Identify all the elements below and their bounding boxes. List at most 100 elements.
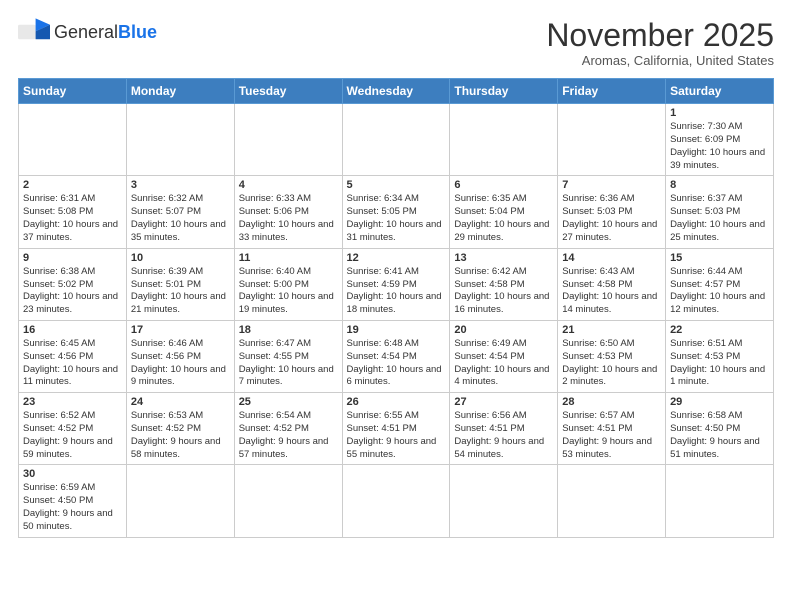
calendar-cell: 23Sunrise: 6:52 AM Sunset: 4:52 PM Dayli… xyxy=(19,393,127,465)
calendar-week-row: 23Sunrise: 6:52 AM Sunset: 4:52 PM Dayli… xyxy=(19,393,774,465)
day-number: 15 xyxy=(670,252,769,264)
day-header-tuesday: Tuesday xyxy=(234,79,342,104)
calendar-title: November 2025 xyxy=(546,18,774,53)
day-header-saturday: Saturday xyxy=(666,79,774,104)
logo: GeneralBlue xyxy=(18,18,157,46)
calendar-week-row: 9 Sunrise: 6:38 AM Sunset: 5:02 PM Daylig… xyxy=(19,248,774,320)
day-sun-info: Sunrise: 6:31 AM Sunset: 5:08 PM Dayligh… xyxy=(23,193,122,244)
calendar-cell: 15 Sunrise: 6:44 AM Sunset: 4:57 PM Dayli… xyxy=(666,248,774,320)
logo-blue: Blue xyxy=(118,22,157,42)
day-number: 6 xyxy=(454,179,553,191)
day-sun-info: Sunrise: 6:59 AM Sunset: 4:50 PM Dayligh… xyxy=(23,482,122,533)
calendar-cell: 10Sunrise: 6:39 AM Sunset: 5:01 PM Dayli… xyxy=(126,248,234,320)
day-sun-info: Sunrise: 6:34 AM Sunset: 5:05 PM Dayligh… xyxy=(347,193,446,244)
calendar-subtitle: Aromas, California, United States xyxy=(546,53,774,68)
day-header-friday: Friday xyxy=(558,79,666,104)
calendar-cell: 7 Sunrise: 6:36 AM Sunset: 5:03 PM Daylig… xyxy=(558,176,666,248)
day-sun-info: Sunrise: 6:47 AM Sunset: 4:55 PM Dayligh… xyxy=(239,338,338,389)
day-number: 26 xyxy=(347,396,446,408)
day-number: 30 xyxy=(23,468,122,480)
calendar-cell: 1 Sunrise: 7:30 AM Sunset: 6:09 PM Daylig… xyxy=(666,104,774,176)
calendar-cell: 30 Sunrise: 6:59 AM Sunset: 4:50 PM Dayli… xyxy=(19,465,127,537)
calendar-header-row: SundayMondayTuesdayWednesdayThursdayFrid… xyxy=(19,79,774,104)
day-sun-info: Sunrise: 6:43 AM Sunset: 4:58 PM Dayligh… xyxy=(562,266,661,317)
day-number: 21 xyxy=(562,324,661,336)
day-sun-info: Sunrise: 7:30 AM Sunset: 6:09 PM Dayligh… xyxy=(670,121,769,172)
day-sun-info: Sunrise: 6:41 AM Sunset: 4:59 PM Dayligh… xyxy=(347,266,446,317)
day-number: 1 xyxy=(670,107,769,119)
calendar-cell: 4Sunrise: 6:33 AM Sunset: 5:06 PM Daylig… xyxy=(234,176,342,248)
calendar-cell xyxy=(450,465,558,537)
calendar-cell: 11 Sunrise: 6:40 AM Sunset: 5:00 PM Dayli… xyxy=(234,248,342,320)
day-header-wednesday: Wednesday xyxy=(342,79,450,104)
day-number: 20 xyxy=(454,324,553,336)
calendar-table: SundayMondayTuesdayWednesdayThursdayFrid… xyxy=(18,78,774,538)
calendar-cell xyxy=(342,104,450,176)
calendar-cell: 29 Sunrise: 6:58 AM Sunset: 4:50 PM Dayli… xyxy=(666,393,774,465)
calendar-cell: 28 Sunrise: 6:57 AM Sunset: 4:51 PM Dayli… xyxy=(558,393,666,465)
page: GeneralBlue November 2025 Aromas, Califo… xyxy=(0,0,792,612)
day-number: 22 xyxy=(670,324,769,336)
day-number: 18 xyxy=(239,324,338,336)
calendar-cell: 2 Sunrise: 6:31 AM Sunset: 5:08 PM Daylig… xyxy=(19,176,127,248)
calendar-cell: 22 Sunrise: 6:51 AM Sunset: 4:53 PM Dayli… xyxy=(666,320,774,392)
calendar-week-row: 16Sunrise: 6:45 AM Sunset: 4:56 PM Dayli… xyxy=(19,320,774,392)
day-sun-info: Sunrise: 6:44 AM Sunset: 4:57 PM Dayligh… xyxy=(670,266,769,317)
day-sun-info: Sunrise: 6:56 AM Sunset: 4:51 PM Dayligh… xyxy=(454,410,553,461)
logo-general: General xyxy=(54,22,118,42)
calendar-cell: 6Sunrise: 6:35 AM Sunset: 5:04 PM Daylig… xyxy=(450,176,558,248)
calendar-cell: 5 Sunrise: 6:34 AM Sunset: 5:05 PM Daylig… xyxy=(342,176,450,248)
day-number: 12 xyxy=(347,252,446,264)
day-number: 10 xyxy=(131,252,230,264)
day-sun-info: Sunrise: 6:32 AM Sunset: 5:07 PM Dayligh… xyxy=(131,193,230,244)
day-sun-info: Sunrise: 6:37 AM Sunset: 5:03 PM Dayligh… xyxy=(670,193,769,244)
logo-text: GeneralBlue xyxy=(54,23,157,41)
calendar-cell: 24 Sunrise: 6:53 AM Sunset: 4:52 PM Dayli… xyxy=(126,393,234,465)
day-sun-info: Sunrise: 6:53 AM Sunset: 4:52 PM Dayligh… xyxy=(131,410,230,461)
day-number: 16 xyxy=(23,324,122,336)
day-number: 19 xyxy=(347,324,446,336)
day-sun-info: Sunrise: 6:58 AM Sunset: 4:50 PM Dayligh… xyxy=(670,410,769,461)
calendar-cell xyxy=(558,465,666,537)
calendar-cell: 13Sunrise: 6:42 AM Sunset: 4:58 PM Dayli… xyxy=(450,248,558,320)
day-sun-info: Sunrise: 6:55 AM Sunset: 4:51 PM Dayligh… xyxy=(347,410,446,461)
calendar-cell xyxy=(558,104,666,176)
day-number: 28 xyxy=(562,396,661,408)
calendar-cell: 3 Sunrise: 6:32 AM Sunset: 5:07 PM Daylig… xyxy=(126,176,234,248)
day-number: 13 xyxy=(454,252,553,264)
day-sun-info: Sunrise: 6:49 AM Sunset: 4:54 PM Dayligh… xyxy=(454,338,553,389)
day-number: 5 xyxy=(347,179,446,191)
day-number: 7 xyxy=(562,179,661,191)
calendar-week-row: 30 Sunrise: 6:59 AM Sunset: 4:50 PM Dayli… xyxy=(19,465,774,537)
calendar-cell: 25Sunrise: 6:54 AM Sunset: 4:52 PM Dayli… xyxy=(234,393,342,465)
day-number: 2 xyxy=(23,179,122,191)
calendar-cell: 14Sunrise: 6:43 AM Sunset: 4:58 PM Dayli… xyxy=(558,248,666,320)
calendar-cell: 17Sunrise: 6:46 AM Sunset: 4:56 PM Dayli… xyxy=(126,320,234,392)
day-number: 11 xyxy=(239,252,338,264)
calendar-cell xyxy=(666,465,774,537)
calendar-week-row: 1 Sunrise: 7:30 AM Sunset: 6:09 PM Daylig… xyxy=(19,104,774,176)
calendar-cell xyxy=(126,104,234,176)
day-sun-info: Sunrise: 6:48 AM Sunset: 4:54 PM Dayligh… xyxy=(347,338,446,389)
day-sun-info: Sunrise: 6:54 AM Sunset: 4:52 PM Dayligh… xyxy=(239,410,338,461)
day-sun-info: Sunrise: 6:36 AM Sunset: 5:03 PM Dayligh… xyxy=(562,193,661,244)
day-header-thursday: Thursday xyxy=(450,79,558,104)
calendar-cell: 20 Sunrise: 6:49 AM Sunset: 4:54 PM Dayli… xyxy=(450,320,558,392)
day-sun-info: Sunrise: 6:38 AM Sunset: 5:02 PM Dayligh… xyxy=(23,266,122,317)
day-sun-info: Sunrise: 6:40 AM Sunset: 5:00 PM Dayligh… xyxy=(239,266,338,317)
day-sun-info: Sunrise: 6:57 AM Sunset: 4:51 PM Dayligh… xyxy=(562,410,661,461)
day-number: 24 xyxy=(131,396,230,408)
title-area: November 2025 Aromas, California, United… xyxy=(546,18,774,68)
header-area: GeneralBlue November 2025 Aromas, Califo… xyxy=(18,18,774,68)
calendar-cell xyxy=(19,104,127,176)
calendar-cell: 19 Sunrise: 6:48 AM Sunset: 4:54 PM Dayli… xyxy=(342,320,450,392)
calendar-cell: 18 Sunrise: 6:47 AM Sunset: 4:55 PM Dayli… xyxy=(234,320,342,392)
day-sun-info: Sunrise: 6:33 AM Sunset: 5:06 PM Dayligh… xyxy=(239,193,338,244)
day-sun-info: Sunrise: 6:51 AM Sunset: 4:53 PM Dayligh… xyxy=(670,338,769,389)
day-number: 27 xyxy=(454,396,553,408)
generalblue-logo-icon xyxy=(18,18,50,46)
day-number: 29 xyxy=(670,396,769,408)
day-sun-info: Sunrise: 6:52 AM Sunset: 4:52 PM Dayligh… xyxy=(23,410,122,461)
day-number: 9 xyxy=(23,252,122,264)
day-number: 3 xyxy=(131,179,230,191)
